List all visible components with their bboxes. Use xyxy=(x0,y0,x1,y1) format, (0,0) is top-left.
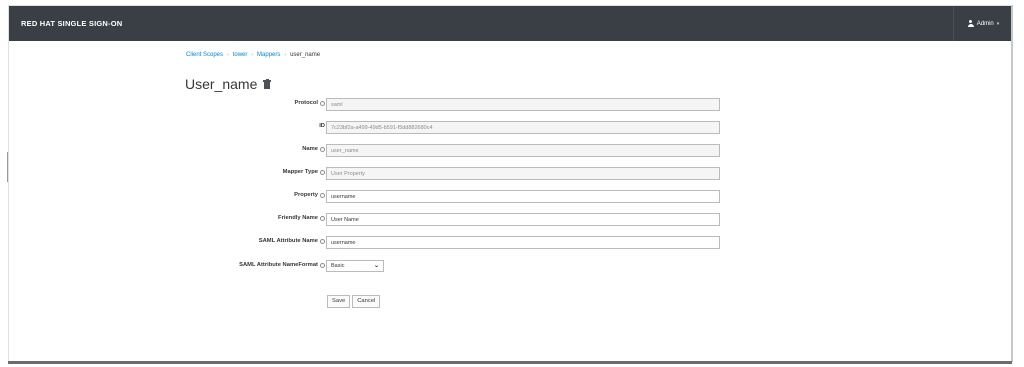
help-icon[interactable] xyxy=(320,100,325,106)
window-bottom-border xyxy=(8,361,1012,364)
form-actions: Save Cancel xyxy=(327,295,381,308)
breadcrumb-client-scopes[interactable]: Client Scopes xyxy=(186,52,223,58)
name-label: Name xyxy=(302,146,325,152)
form-row-saml-attribute-name: SAML Attribute Name xyxy=(9,236,1011,249)
saml-attribute-nameformat-label: SAML Attribute NameFormat xyxy=(239,262,325,268)
mapper-type-field xyxy=(326,167,720,180)
window-left-edge xyxy=(7,152,8,182)
chevron-down-icon: ⌄ xyxy=(373,263,379,269)
brand-logo: RED HAT SINGLE SIGN-ON xyxy=(21,19,123,28)
breadcrumb-separator-icon: › xyxy=(251,52,254,58)
property-input[interactable] xyxy=(326,190,720,203)
form-row-mapper-type: Mapper Type xyxy=(9,167,1011,180)
user-menu-label: Admin xyxy=(976,20,994,27)
form-row-name: Name xyxy=(9,144,1011,157)
breadcrumb-mappers[interactable]: Mappers xyxy=(257,52,280,58)
breadcrumb-current: user_name xyxy=(290,52,321,58)
help-icon[interactable] xyxy=(320,238,325,244)
friendly-name-input[interactable] xyxy=(326,213,720,226)
id-label: ID xyxy=(319,123,325,129)
help-icon[interactable] xyxy=(320,262,325,268)
saml-attribute-name-input[interactable] xyxy=(326,236,720,249)
trash-icon[interactable] xyxy=(263,79,272,89)
protocol-label: Protocol xyxy=(294,100,325,106)
form-row-friendly-name: Friendly Name xyxy=(9,213,1011,226)
form-row-saml-attribute-nameformat: SAML Attribute NameFormat Basic ⌄ xyxy=(9,260,1011,273)
breadcrumb-tower[interactable]: tower xyxy=(233,52,248,58)
form-row-property: Property xyxy=(9,190,1011,203)
save-button[interactable]: Save xyxy=(327,295,351,308)
name-field xyxy=(326,144,720,157)
cancel-button[interactable]: Cancel xyxy=(352,295,381,308)
protocol-field xyxy=(326,98,720,111)
page-title: User_name xyxy=(185,76,272,92)
help-icon[interactable] xyxy=(320,215,325,221)
breadcrumb: Client Scopes › tower › Mappers › user_n… xyxy=(186,52,320,58)
help-icon[interactable] xyxy=(320,192,325,198)
saml-attribute-name-label: SAML Attribute Name xyxy=(259,238,325,244)
form-row-id: ID xyxy=(9,121,1011,134)
property-label: Property xyxy=(294,192,325,198)
id-field xyxy=(326,121,720,134)
breadcrumb-separator-icon: › xyxy=(284,52,287,58)
caret-down-icon: ▾ xyxy=(996,20,1000,27)
saml-attribute-nameformat-select[interactable]: Basic ⌄ xyxy=(326,260,384,272)
help-icon[interactable] xyxy=(320,146,325,152)
page-title-text: User_name xyxy=(185,76,258,92)
form-row-protocol: Protocol xyxy=(9,98,1011,111)
select-value: Basic xyxy=(331,263,345,269)
mapper-type-label: Mapper Type xyxy=(283,169,325,175)
scrollbar[interactable] xyxy=(1011,5,1013,362)
top-navbar: RED HAT SINGLE SIGN-ON Admin ▾ xyxy=(9,6,1011,41)
app-window: RED HAT SINGLE SIGN-ON Admin ▾ Client Sc… xyxy=(8,5,1012,362)
user-icon xyxy=(967,20,974,27)
breadcrumb-separator-icon: › xyxy=(227,52,229,58)
friendly-name-label: Friendly Name xyxy=(278,215,325,221)
help-icon[interactable] xyxy=(320,169,325,175)
user-menu[interactable]: Admin ▾ xyxy=(953,6,1011,41)
